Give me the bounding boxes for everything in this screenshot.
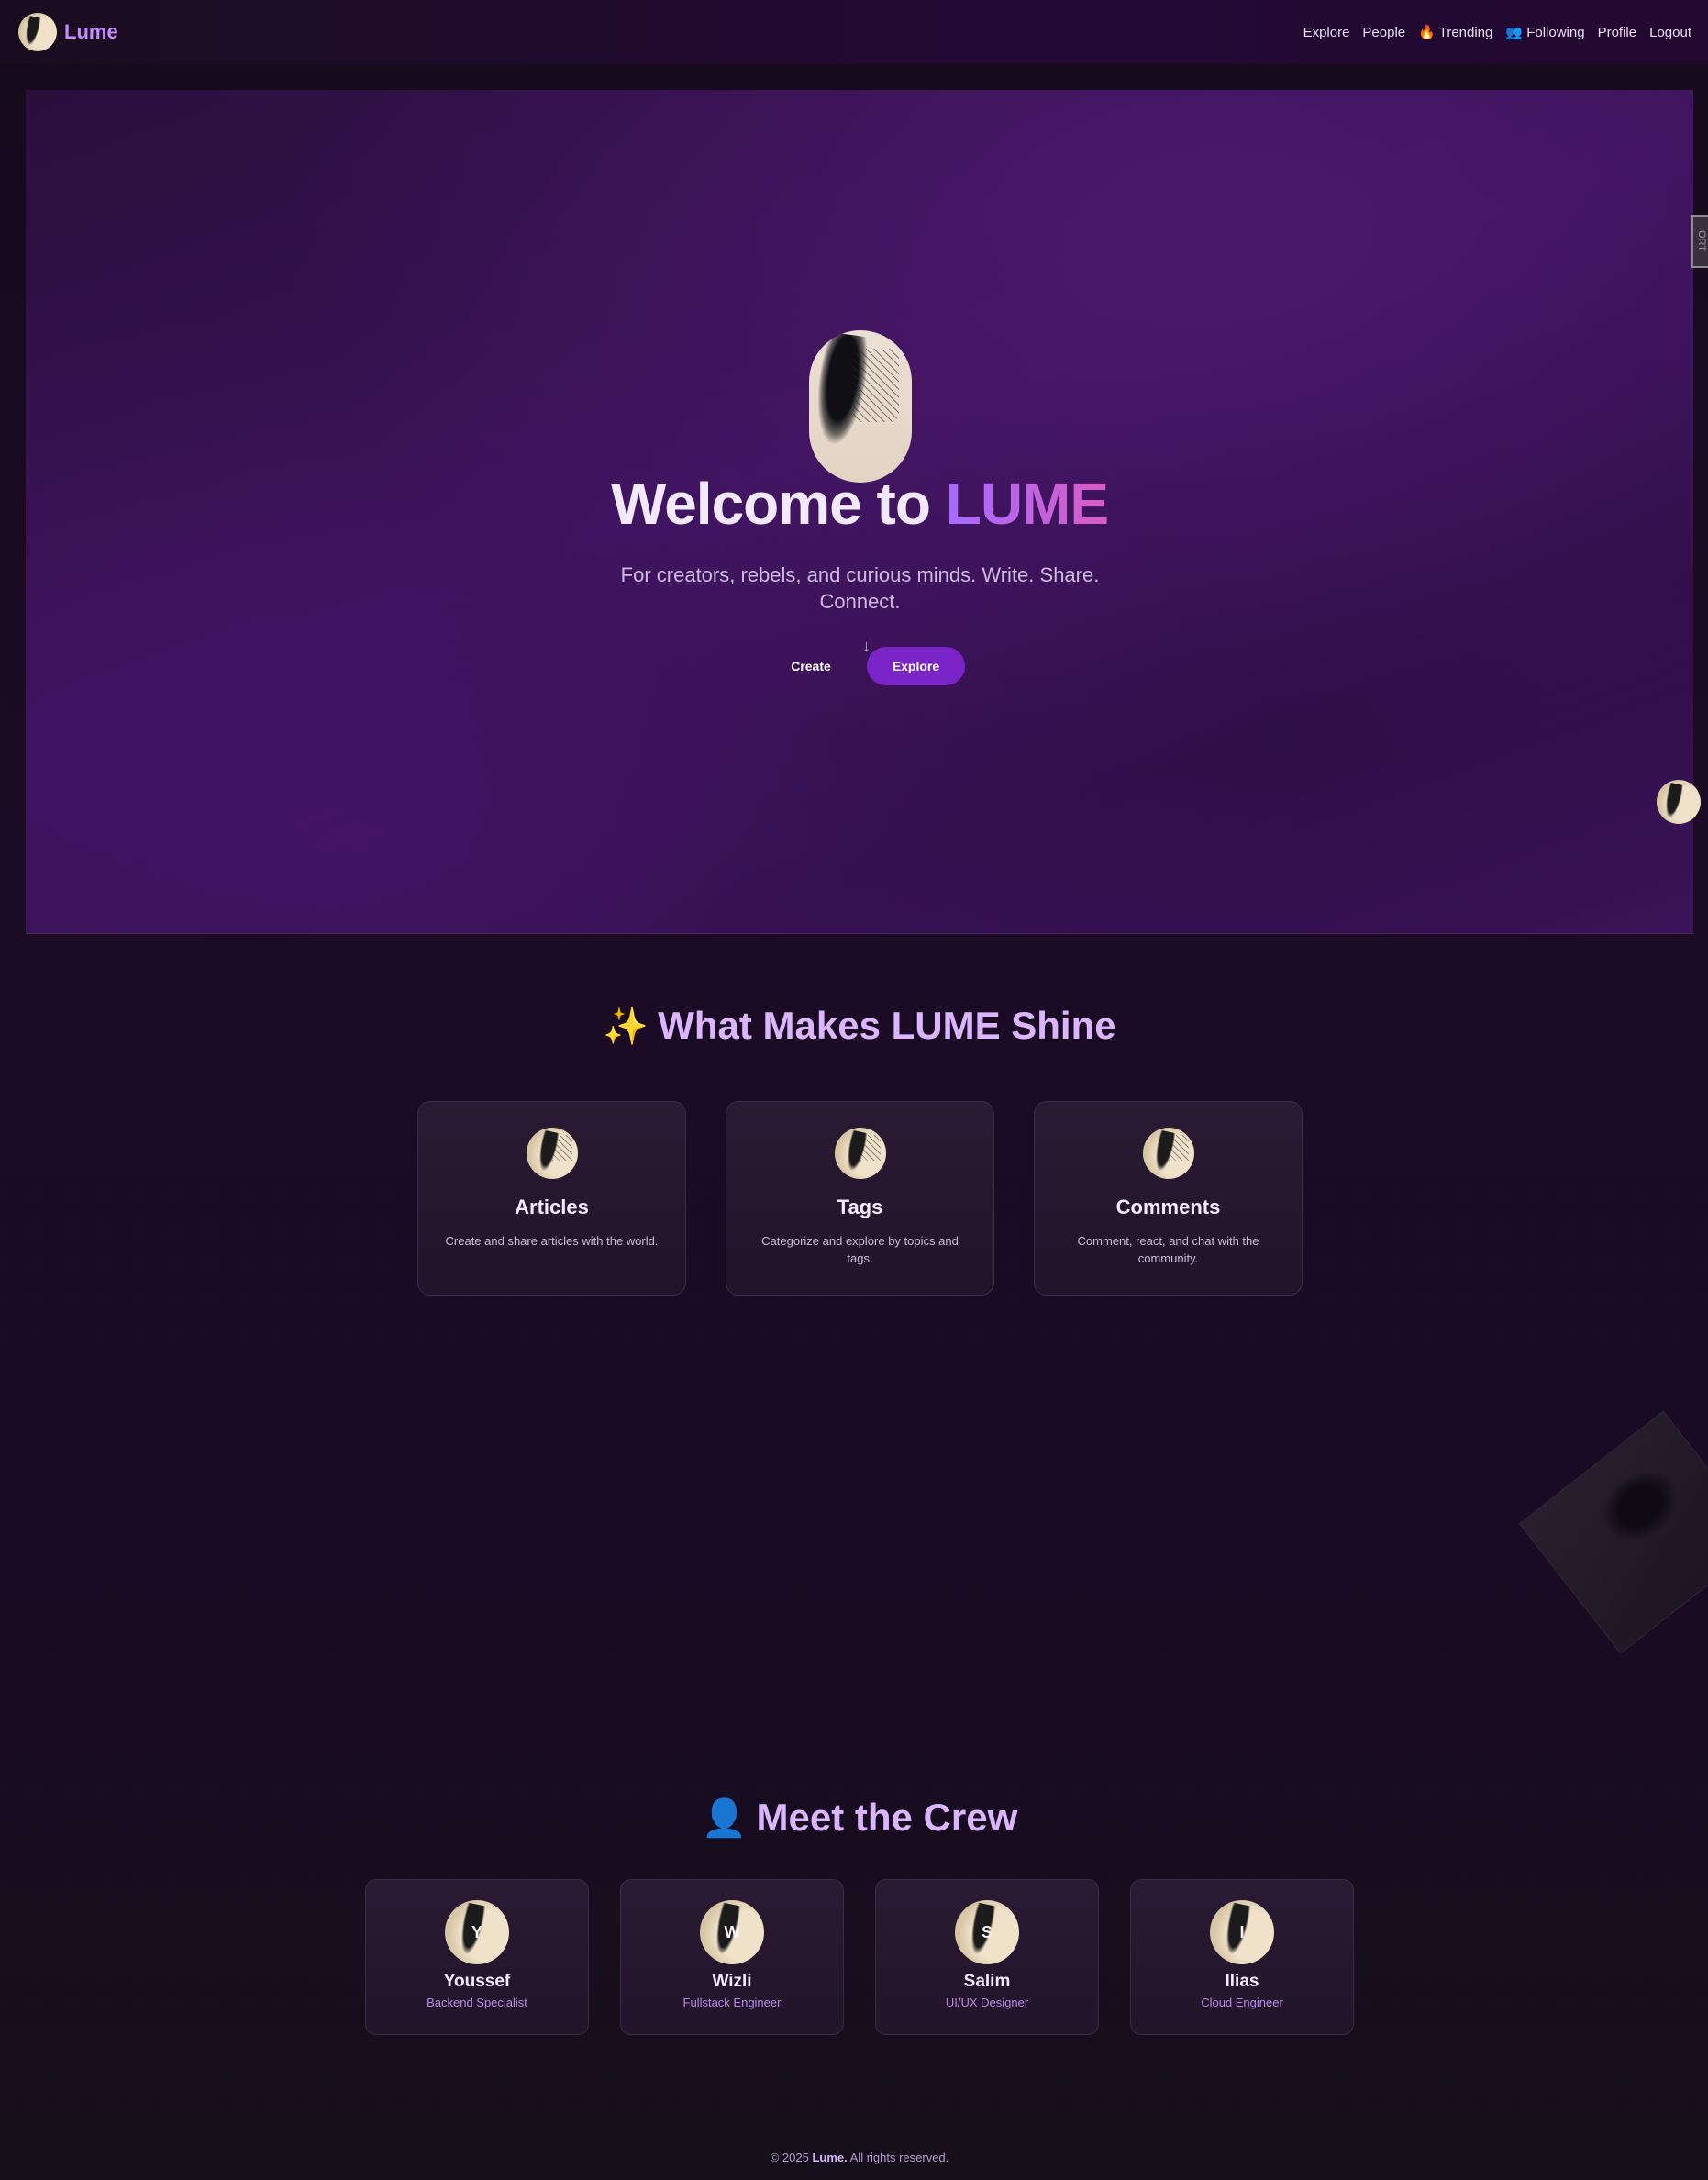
crew-role: UI/UX Designer <box>945 1996 1029 2009</box>
crew-name: Wizli <box>712 1972 752 1991</box>
nav-link-explore[interactable]: Explore <box>1303 25 1350 40</box>
hero-title: Welcome to LUME <box>0 470 1708 538</box>
person-icon: 👤 <box>701 1798 748 1839</box>
card-desc: Create and share articles with the world… <box>445 1234 659 1248</box>
crew-role: Cloud Engineer <box>1201 1996 1283 2009</box>
sparkles-icon: ✨ <box>603 1007 649 1047</box>
logo-avatar-icon <box>18 13 57 51</box>
crew-title: 👤 Meet the Crew <box>0 1796 1708 1840</box>
feature-card-comments: Comments Comment, react, and chat with t… <box>1034 1101 1303 1296</box>
crew-name: Youssef <box>443 1972 511 1991</box>
crew-card-ilias: I Ilias Cloud Engineer <box>1130 1879 1354 2035</box>
crew-initial: S <box>981 1922 993 1941</box>
brand-name[interactable]: Lume <box>64 20 118 44</box>
card-avatar <box>526 1128 578 1179</box>
nav-link-profile[interactable]: Profile <box>1598 25 1637 40</box>
nav-link-people[interactable]: People <box>1362 25 1405 40</box>
crew-avatar: I <box>1210 1900 1274 1964</box>
top-nav: Lume Explore People 🔥 Trending 👥 Followi… <box>0 0 1708 64</box>
crew-initial: Y <box>471 1922 482 1941</box>
card-title: Articles <box>515 1196 589 1218</box>
crew-card-salim: S Salim UI/UX Designer <box>875 1879 1099 2035</box>
crew-card-youssef: Y Youssef Backend Specialist <box>365 1879 589 2035</box>
create-button[interactable]: Create <box>767 648 855 684</box>
nav-link-logout[interactable]: Logout <box>1649 25 1691 40</box>
brand[interactable]: Lume <box>18 13 118 51</box>
hero-title-accent: LUME <box>945 471 1109 537</box>
crew-avatar: S <box>955 1900 1019 1964</box>
crew-role: Fullstack Engineer <box>682 1996 782 2009</box>
features-title-text: What Makes LUME Shine <box>658 1004 1116 1047</box>
footer: © 2025 Lume. All rights reserved. <box>0 2151 1708 2164</box>
footer-prefix: © 2025 <box>770 2151 813 2164</box>
card-avatar <box>1142 1128 1194 1179</box>
crew-name: Ilias <box>1225 1972 1259 1991</box>
crew-card-wizli: W Wizli Fullstack Engineer <box>620 1879 844 2035</box>
nav-link-trending[interactable]: 🔥 Trending <box>1418 24 1492 40</box>
crew-avatar: W <box>700 1900 764 1964</box>
crew-initial: W <box>724 1922 740 1941</box>
card-title: Tags <box>837 1196 883 1218</box>
side-tab[interactable]: ORT <box>1691 215 1708 268</box>
decorative-card <box>1518 1410 1708 1654</box>
footer-suffix: All rights reserved. <box>847 2151 949 2164</box>
features-title: ✨ What Makes LUME Shine <box>0 1004 1708 1048</box>
footer-brand: Lume. <box>812 2151 848 2164</box>
card-avatar <box>834 1128 886 1179</box>
card-title: Comments <box>1115 1196 1221 1218</box>
hero-title-prefix: Welcome to <box>610 471 946 537</box>
hero-pen-image <box>809 330 912 483</box>
explore-button[interactable]: Explore <box>867 647 965 685</box>
feature-card-articles: Articles Create and share articles with … <box>417 1101 686 1296</box>
crew-name: Salim <box>963 1972 1011 1991</box>
crew-role: Backend Specialist <box>427 1996 527 2009</box>
hero-subtitle: For creators, rebels, and curious minds.… <box>620 563 1100 613</box>
nav-links: Explore People 🔥 Trending 👥 Following Pr… <box>1303 24 1691 41</box>
floating-avatar[interactable] <box>1657 780 1701 824</box>
card-desc: Comment, react, and chat with the commun… <box>1077 1234 1259 1265</box>
feature-card-tags: Tags Categorize and explore by topics an… <box>726 1101 994 1296</box>
crew-initial: I <box>1239 1922 1245 1941</box>
crew-title-text: Meet the Crew <box>756 1796 1018 1839</box>
crew-avatar: Y <box>445 1900 509 1964</box>
card-desc: Categorize and explore by topics and tag… <box>761 1234 959 1265</box>
nav-link-following[interactable]: 👥 Following <box>1505 24 1584 40</box>
